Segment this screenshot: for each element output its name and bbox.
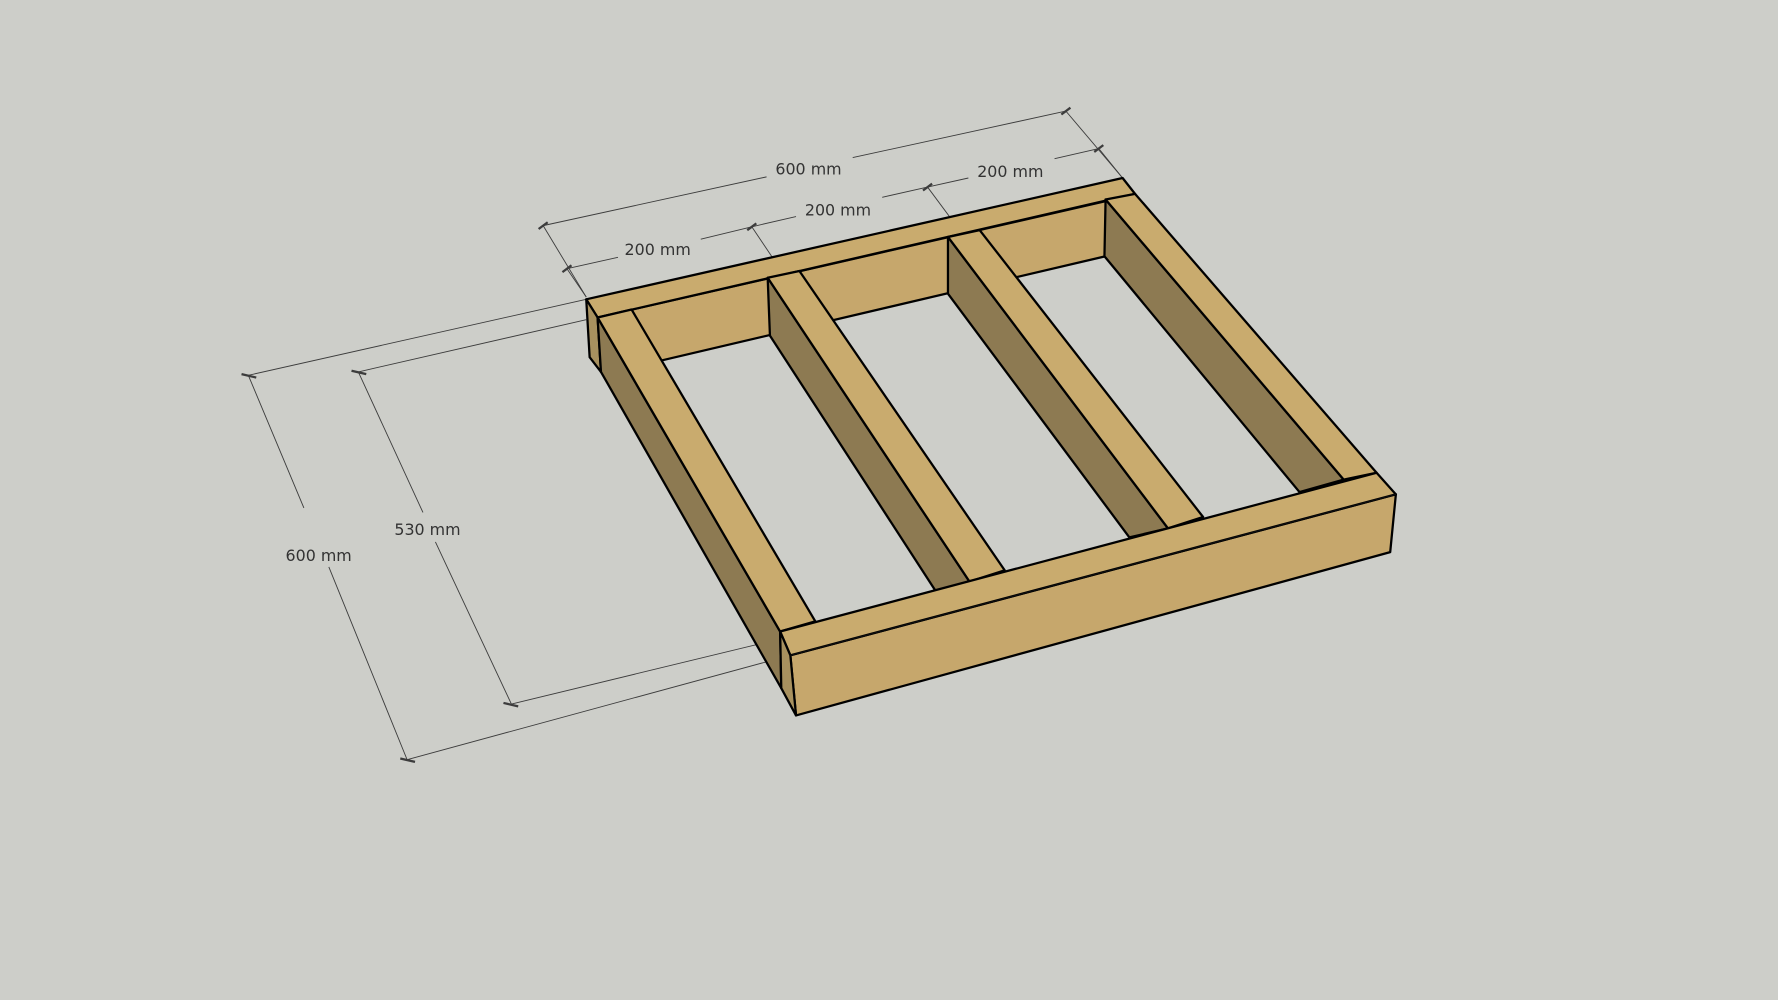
- dim-spacing-1: 200 mm: [625, 240, 691, 259]
- dim-top-total: 600 mm: [775, 160, 841, 179]
- dim-inner-depth: 530 mm: [394, 520, 460, 539]
- dim-spacing-3: 200 mm: [977, 162, 1043, 181]
- dim-total-depth: 600 mm: [286, 546, 352, 565]
- model-viewport[interactable]: 600 mm 200 mm 200 mm 200 mm 530 mm 600 m…: [0, 0, 1778, 1000]
- dim-spacing-2: 200 mm: [805, 200, 871, 219]
